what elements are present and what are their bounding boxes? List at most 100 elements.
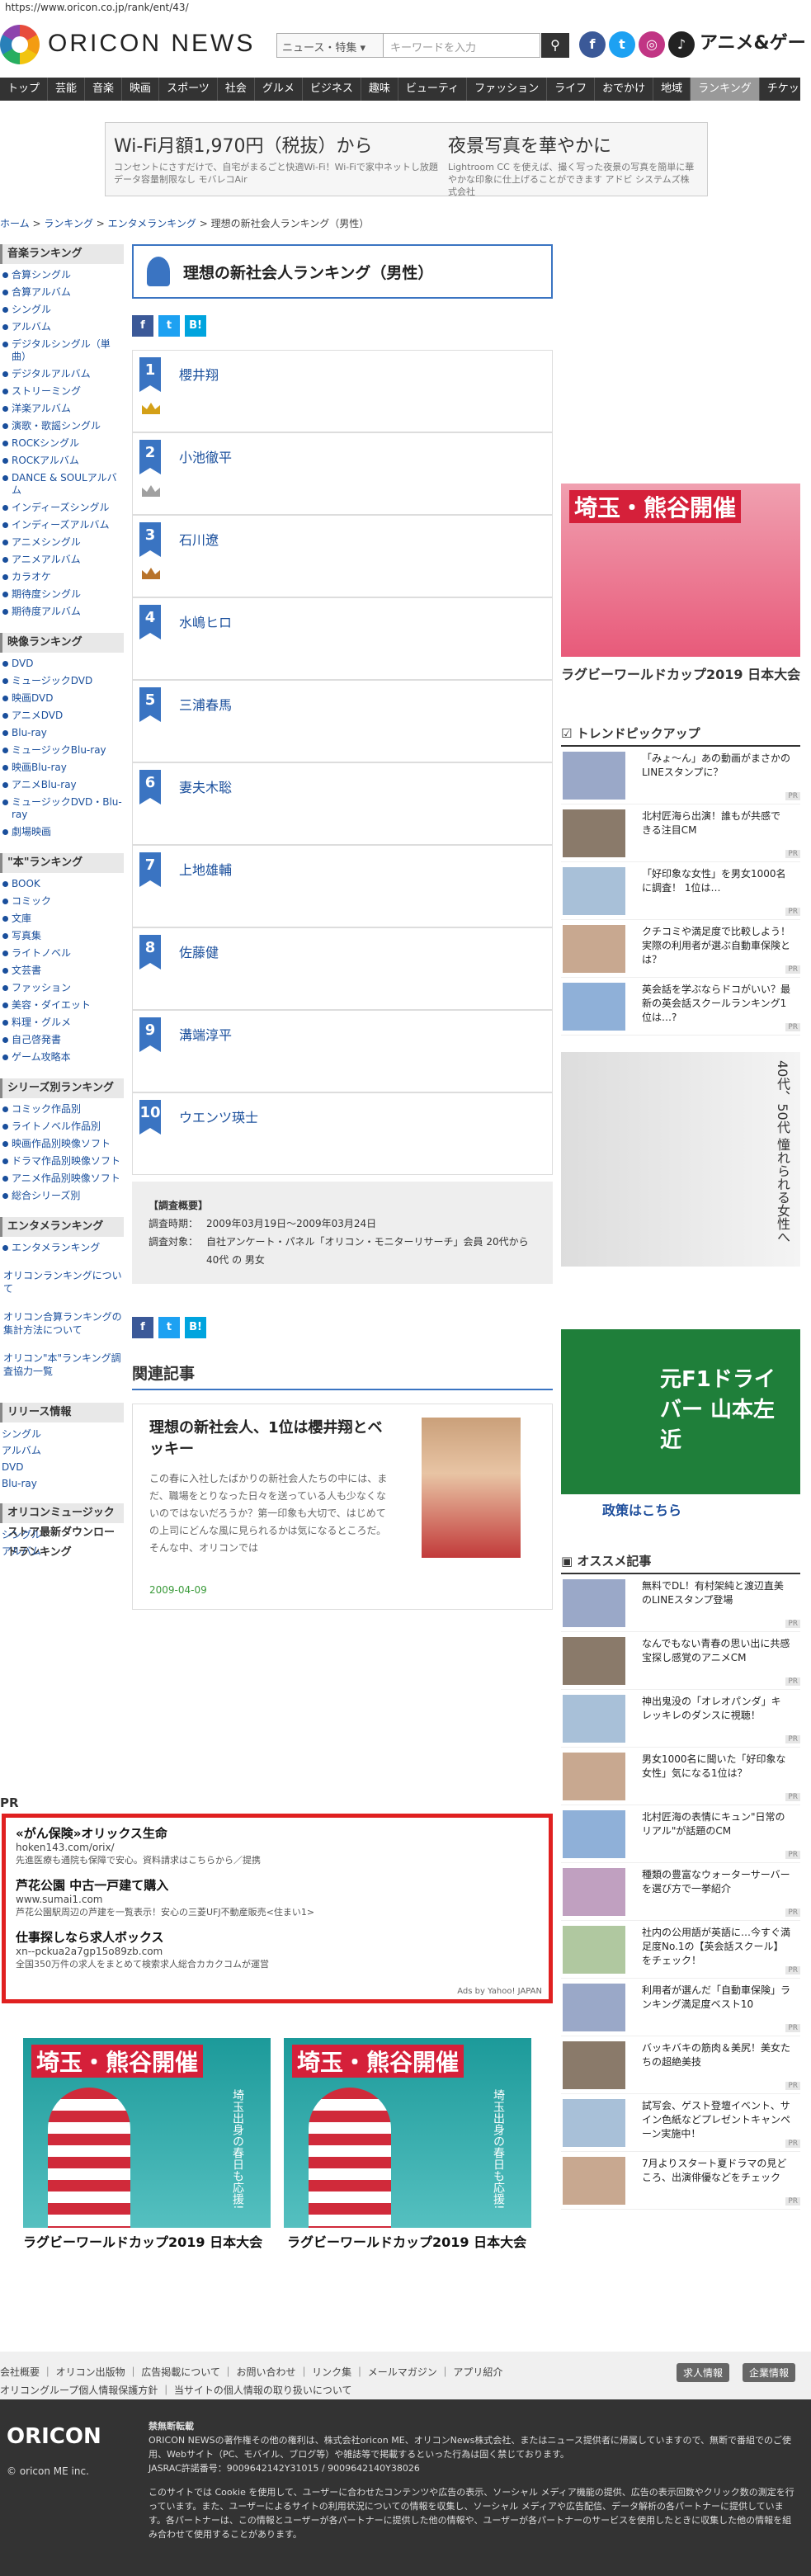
nav-item[interactable]: 趣味 (361, 78, 398, 101)
sidebar-item[interactable]: 演歌・歌謡シングル (0, 420, 124, 432)
article-list-item[interactable]: 「みょ〜ん」あの動画がまさかのLINEスタンプに？ PR (561, 747, 800, 804)
article-list-item[interactable]: 神出鬼没の「オレオパンダ」キレッキレのダンスに視聴！ PR (561, 1690, 800, 1748)
sidebar-item[interactable]: オリコン合算ランキングの集計方法について (0, 1310, 124, 1337)
rank-name[interactable]: 佐藤健 (179, 941, 219, 961)
article-list-item[interactable]: 7月よりスタート夏ドラマの見どころ、出演俳優などをチェック PR (561, 2152, 800, 2210)
sidebar-item[interactable]: 合算アルバム (0, 286, 124, 299)
sidebar-item[interactable]: ゲーム攻略本 (0, 1051, 124, 1064)
sidebar-item[interactable]: シングル (0, 304, 124, 316)
sidebar-item[interactable]: Blu-ray (0, 727, 124, 739)
article-thumbnail[interactable] (563, 867, 625, 915)
rank-row[interactable]: 1 櫻井翔 (132, 350, 553, 432)
address-bar[interactable]: https://www.oricon.co.jp/rank/ent/43/ (0, 0, 811, 17)
nav-item[interactable]: チケット (760, 78, 811, 101)
nav-item[interactable]: 社会 (218, 78, 255, 101)
hatena-bookmark-icon[interactable]: B! (185, 315, 206, 337)
right-rugby-banner[interactable]: 埼玉・熊谷開催 (561, 484, 800, 657)
sidebar-item[interactable]: 期待度シングル (0, 588, 124, 601)
sidebar-item[interactable]: オリコンランキングについて (0, 1269, 124, 1295)
article-title[interactable]: 利用者が選んだ「自動車保険」ランキング満足度ベスト10 (642, 1984, 790, 2012)
pr-ad-title[interactable]: 仕事探しなら求人ボックス (16, 1928, 539, 1946)
article-thumbnail[interactable] (563, 1753, 625, 1800)
article-title[interactable]: クチコミや満足度で比較しよう！実際の利用者が選ぶ自動車保険とは？ (642, 925, 790, 967)
sidebar-item[interactable]: シングル (0, 1427, 124, 1441)
facebook-share-icon[interactable]: f (132, 315, 153, 337)
sidebar-item[interactable]: 洋楽アルバム (0, 403, 124, 415)
article-thumbnail[interactable] (563, 983, 625, 1031)
nav-item[interactable]: ファッション (467, 78, 548, 101)
rank-row[interactable]: 6 妻夫木聡 (132, 762, 553, 845)
oricon-logo-icon[interactable] (0, 25, 40, 64)
article-list-item[interactable]: 無料でDL！有村架純と渡辺直美のLINEスタンプ登場 PR (561, 1574, 800, 1632)
nav-item[interactable]: おでかけ (595, 78, 654, 101)
rank-name[interactable]: ウエンツ瑛士 (179, 1106, 258, 1126)
article-thumbnail[interactable] (563, 2041, 625, 2089)
pr-ad-item[interactable]: 芦花公園 中古一戸建て購入 www.sumai1.com 芦花公園駅周辺の芦建を一覧… (16, 1876, 539, 1918)
rank-name[interactable]: 小池徹平 (179, 446, 232, 466)
sidebar-item[interactable]: 合算シングル (0, 269, 124, 281)
nav-item[interactable]: 地域 (653, 78, 691, 101)
related-article-title[interactable]: 理想の新社会人、1位は櫻井翔とベッキー (149, 1418, 397, 1460)
nav-item[interactable]: ビジネス (303, 78, 361, 101)
sidebar-item[interactable]: 文庫 (0, 913, 124, 925)
pr-ad-item[interactable]: 仕事探しなら求人ボックス xn--pckua2a7gp15o89zb.com 全国3… (16, 1928, 539, 1970)
rank-name[interactable]: 三浦春馬 (179, 694, 232, 714)
article-list-item[interactable]: 北村匠海の表情にキュン"日常のリアル"が話題のCM PR (561, 1805, 800, 1863)
sidebar-item[interactable]: 映画DVD (0, 692, 124, 705)
nav-item[interactable]: ライフ (547, 78, 596, 101)
article-list-item[interactable]: 北村匠海ら出演！誰もが共感できる注目CM PR (561, 804, 800, 862)
article-title[interactable]: 「みょ〜ん」あの動画がまさかのLINEスタンプに？ (642, 752, 790, 780)
facebook-share-icon[interactable]: f (132, 1317, 153, 1338)
top-ad-banner[interactable]: Wi-Fi月額1,970円（税抜）から コンセントにさすだけで、自宅がまるごと快… (105, 122, 708, 197)
right-fashion-ad[interactable]: 40代、50代 憧れられる女性へ (561, 1052, 800, 1267)
sidebar-item[interactable]: ファッション (0, 982, 124, 994)
article-title[interactable]: 北村匠海の表情にキュン"日常のリアル"が話題のCM (642, 1810, 790, 1838)
hatena-bookmark-icon[interactable]: B! (185, 1317, 206, 1338)
related-article-photo[interactable] (422, 1418, 521, 1558)
article-thumbnail[interactable] (563, 1695, 625, 1743)
sidebar-item[interactable]: 料理・グルメ (0, 1017, 124, 1029)
article-thumbnail[interactable] (563, 1868, 625, 1916)
ads-by-yahoo[interactable]: Ads by Yahoo! JAPAN (457, 1987, 542, 1996)
article-title[interactable]: なんでもない青春の思い出に共感 宝探し感覚のアニメCM (642, 1637, 790, 1665)
rank-name[interactable]: 水嶋ヒロ (179, 611, 232, 631)
nav-item[interactable]: ランキング (691, 78, 760, 101)
sidebar-item[interactable]: アニメ作品別映像ソフト (0, 1172, 124, 1185)
article-list-item[interactable]: バッキバキの筋肉＆美尻！美女たちの超絶美技 PR (561, 2036, 800, 2094)
right-politics-ad[interactable]: 元F1ドライバー 山本左近 政策はこちら (561, 1329, 800, 1527)
article-list-item[interactable]: クチコミや満足度で比較しよう！実際の利用者が選ぶ自動車保険とは？ PR (561, 920, 800, 978)
rank-name[interactable]: 櫻井翔 (179, 364, 219, 384)
article-thumbnail[interactable] (563, 1637, 625, 1685)
site-logo[interactable]: ORICON NEWS (48, 30, 255, 58)
footer-links[interactable]: 会社概要 ｜ オリコン出版物 ｜ 広告掲載について ｜ お問い合わせ ｜ リンク… (0, 2363, 660, 2399)
search-icon[interactable]: ⚲ (541, 33, 569, 58)
nav-item[interactable]: 芸能 (48, 78, 86, 101)
facebook-icon[interactable]: f (579, 31, 606, 58)
rank-row[interactable]: 10 ウエンツ瑛士 (132, 1092, 553, 1175)
nav-item[interactable]: グルメ (255, 78, 303, 101)
twitter-share-icon[interactable]: t (158, 315, 180, 337)
sidebar-item[interactable]: 総合シリーズ別 (0, 1190, 124, 1202)
pr-ad-title[interactable]: «がん保険»オリックス生命 (16, 1824, 539, 1842)
sidebar-item[interactable]: ミュージックBlu-ray (0, 744, 124, 757)
sidebar-item[interactable]: Blu-ray (0, 1477, 124, 1490)
article-thumbnail[interactable] (563, 1926, 625, 1974)
related-article-card[interactable]: 理想の新社会人、1位は櫻井翔とベッキー この春に入社したばかりの新社会人たちの中… (132, 1404, 553, 1610)
sidebar-item[interactable]: アルバム (0, 321, 124, 333)
breadcrumb-ent-ranking[interactable]: エンタメランキング (108, 218, 196, 229)
banner-caption-right[interactable]: ラグビーワールドカップ2019 日本大会 (287, 2231, 526, 2251)
rank-row[interactable]: 3 石川遼 (132, 515, 553, 597)
article-list-item[interactable]: 種類の豊富なウォーターサーバーを選び方で一挙紹介 PR (561, 1863, 800, 1921)
article-thumbnail[interactable] (563, 2157, 625, 2205)
article-title[interactable]: 社内の公用語が英語に…今すぐ満足度No.1の【英会話スクール】をチェック！ (642, 1926, 790, 1968)
sidebar-item[interactable]: インディーズアルバム (0, 519, 124, 531)
pr-ad-item[interactable]: «がん保険»オリックス生命 hoken143.com/orix/先進医療も通院も保… (16, 1824, 539, 1866)
rank-name[interactable]: 溝端淳平 (179, 1024, 232, 1044)
sidebar-item[interactable]: ROCKシングル (0, 437, 124, 450)
sidebar-item[interactable]: 写真集 (0, 930, 124, 942)
article-thumbnail[interactable] (563, 2099, 625, 2147)
sidebar-item[interactable]: 自己啓発書 (0, 1034, 124, 1046)
article-thumbnail[interactable] (563, 1810, 625, 1858)
anime-game-link[interactable]: アニメ&ゲー (700, 28, 806, 54)
article-title[interactable]: バッキバキの筋肉＆美尻！美女たちの超絶美技 (642, 2041, 790, 2069)
